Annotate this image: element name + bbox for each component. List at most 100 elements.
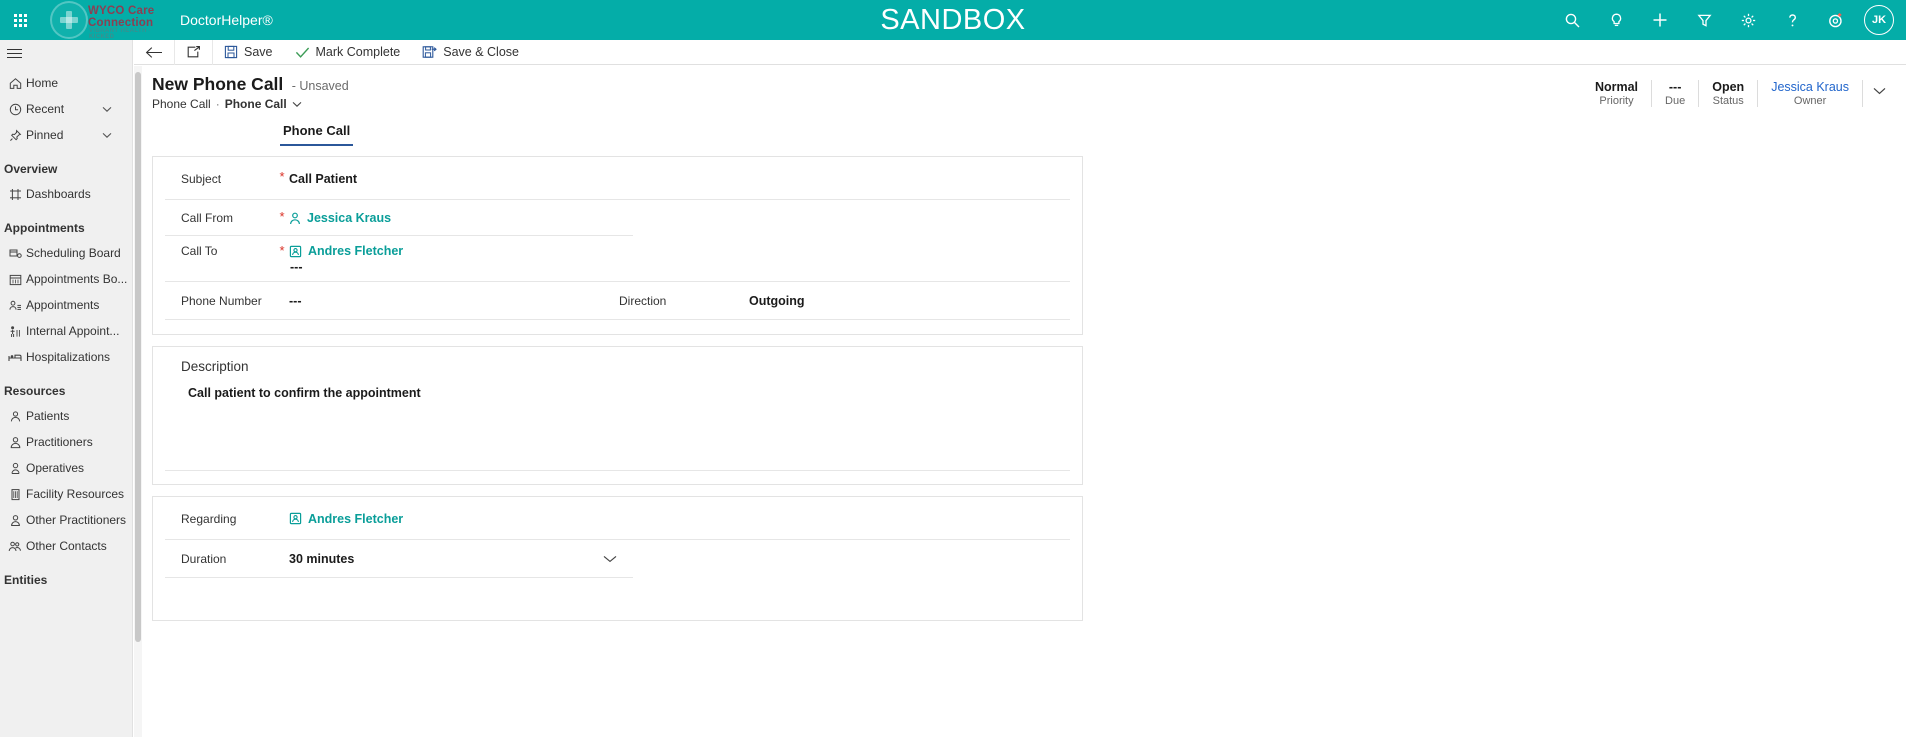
header-field-owner[interactable]: Jessica Kraus Owner (1758, 80, 1863, 107)
brand-tagline: VIBRANT HEALTH · KICKED (89, 28, 152, 40)
app-name[interactable]: DoctorHelper® (180, 12, 273, 28)
field-row-duration: Duration 30 minutes (153, 540, 1082, 578)
subject-value[interactable]: Call Patient (289, 172, 357, 186)
other-contacts-icon (4, 540, 26, 553)
app-launcher-button[interactable] (0, 0, 40, 40)
logo-cross-icon (60, 11, 78, 29)
call-to-text: Andres Fletcher (308, 244, 404, 258)
field-row-regarding: Regarding Andres Fletcher (153, 497, 1082, 540)
duration-value[interactable]: 30 minutes (289, 552, 354, 566)
sidebar-item-home[interactable]: Home (0, 70, 132, 96)
required-indicator-icon: * (279, 243, 285, 258)
header-expand-chevron-down-icon[interactable] (1863, 80, 1894, 100)
row-divider (165, 319, 1070, 320)
phone-number-value[interactable]: --- (289, 294, 619, 308)
save-and-close-button-label: Save & Close (443, 45, 519, 59)
sidebar-item-scheduling-board[interactable]: Scheduling Board (0, 240, 132, 266)
regarding-value[interactable]: Andres Fletcher (289, 512, 403, 526)
duration-label: Duration (181, 552, 227, 566)
breadcrumb-entity[interactable]: Phone Call (152, 97, 211, 111)
sidebar-item-appointments[interactable]: Appointments (0, 292, 132, 318)
sidebar-item-other-contacts[interactable]: Other Contacts (0, 533, 132, 559)
sidebar-item-facility-resources[interactable]: Facility Resources (0, 481, 132, 507)
call-from-label: Call From (181, 211, 234, 225)
sidebar-item-patients[interactable]: Patients (0, 403, 132, 429)
tab-phone-call[interactable]: Phone Call (280, 123, 354, 146)
lightbulb-icon[interactable] (1594, 0, 1638, 40)
field-row-subject: Subject * Call Patient (153, 157, 1082, 200)
mark-complete-button[interactable]: Mark Complete (284, 40, 412, 65)
sidebar-item-practitioners[interactable]: Practitioners (0, 429, 132, 455)
sidebar-item-dashboards[interactable]: Dashboards (0, 181, 132, 207)
gear-icon[interactable] (1726, 0, 1770, 40)
description-value[interactable]: Call patient to confirm the appointment (153, 374, 1082, 400)
save-and-close-button[interactable]: Save & Close (411, 40, 530, 65)
sitemap-toggle-button[interactable] (0, 40, 132, 70)
search-icon[interactable] (1550, 0, 1594, 40)
sidebar-item-label: Hospitalizations (26, 350, 111, 364)
duration-chevron-down-icon[interactable] (603, 555, 617, 563)
chevron-down-icon[interactable] (102, 102, 112, 116)
chevron-down-icon[interactable] (102, 128, 112, 142)
person-icon (289, 212, 301, 225)
call-to-value[interactable]: Andres Fletcher (289, 244, 403, 258)
patient-icon (4, 410, 26, 423)
sidebar-item-pinned[interactable]: Pinned (0, 122, 132, 148)
brand-line-1: WYCO Care (88, 5, 155, 17)
required-indicator-placeholder (275, 299, 289, 303)
sidebar-item-label: Pinned (26, 128, 64, 142)
header-field-value[interactable]: Jessica Kraus (1771, 80, 1849, 94)
field-row-phone-direction: Phone Number --- Direction Outgoing (153, 282, 1082, 320)
brand-name: WYCO Care Connection (88, 5, 154, 29)
filter-icon[interactable] (1682, 0, 1726, 40)
header-field-status[interactable]: Open Status (1699, 80, 1759, 107)
page-title: New Phone Call (152, 74, 284, 94)
description-section: Description Call patient to confirm the … (152, 346, 1083, 485)
brand-logo[interactable]: WYCO Care Connection VIBRANT HEALTH · KIC… (46, 0, 166, 40)
popout-button[interactable] (175, 40, 212, 65)
header-field-due[interactable]: --- Due (1652, 80, 1700, 107)
breadcrumb: Phone Call · Phone Call (152, 97, 349, 111)
save-icon (224, 45, 238, 59)
header-field-priority[interactable]: Normal Priority (1582, 80, 1653, 107)
sidebar-item-other-practitioners[interactable]: Other Practitioners (0, 507, 132, 533)
arrow-left-icon (145, 46, 163, 59)
header-field-label: Status (1712, 95, 1744, 107)
required-indicator-placeholder (275, 557, 289, 561)
sidebar-item-label: Appointments Bo... (26, 272, 128, 286)
row-divider (165, 577, 633, 578)
sidebar-item-hospitalizations[interactable]: Hospitalizations (0, 344, 132, 370)
assistant-icon[interactable] (1814, 0, 1858, 40)
breadcrumb-form[interactable]: Phone Call (225, 97, 287, 111)
header-field-value: --- (1668, 80, 1682, 94)
plus-icon[interactable] (1638, 0, 1682, 40)
form-scrollbar-thumb[interactable] (135, 72, 141, 642)
environment-banner-text: SANDBOX (880, 3, 1026, 36)
mark-complete-button-label: Mark Complete (315, 45, 401, 59)
avatar[interactable]: JK (1864, 5, 1894, 35)
call-from-value[interactable]: Jessica Kraus (289, 211, 391, 225)
sidebar-item-internal-appointments[interactable]: Internal Appoint... (0, 318, 132, 344)
back-button[interactable] (134, 40, 174, 65)
sidebar-item-label: Other Practitioners (26, 513, 127, 527)
record-state: - Unsaved (291, 79, 349, 93)
sidebar-item-operatives[interactable]: Operatives (0, 455, 132, 481)
form-scrollbar[interactable] (134, 66, 142, 737)
sidebar-item-label: Operatives (26, 461, 85, 475)
direction-value[interactable]: Outgoing (749, 294, 805, 308)
clock-icon (4, 103, 26, 116)
sidebar-item-label: Facility Resources (26, 487, 125, 501)
sidebar-item-appointments-board[interactable]: Appointments Bo... (0, 266, 132, 292)
save-button[interactable]: Save (213, 40, 284, 65)
sidebar-item-label: Patients (26, 409, 70, 423)
top-bar-actions: JK (1550, 0, 1906, 40)
breadcrumb-chevron-down-icon[interactable] (292, 97, 302, 111)
pin-icon (4, 128, 26, 142)
field-row-call-from: Call From * Jessica Kraus (153, 200, 1082, 236)
form-tabs: Phone Call (280, 123, 354, 146)
sidebar-item-label: Appointments (26, 298, 100, 312)
sidebar-item-recent[interactable]: Recent (0, 96, 132, 122)
regarding-label: Regarding (181, 511, 237, 526)
question-icon[interactable] (1770, 0, 1814, 40)
call-to-extra[interactable]: --- (289, 260, 403, 274)
